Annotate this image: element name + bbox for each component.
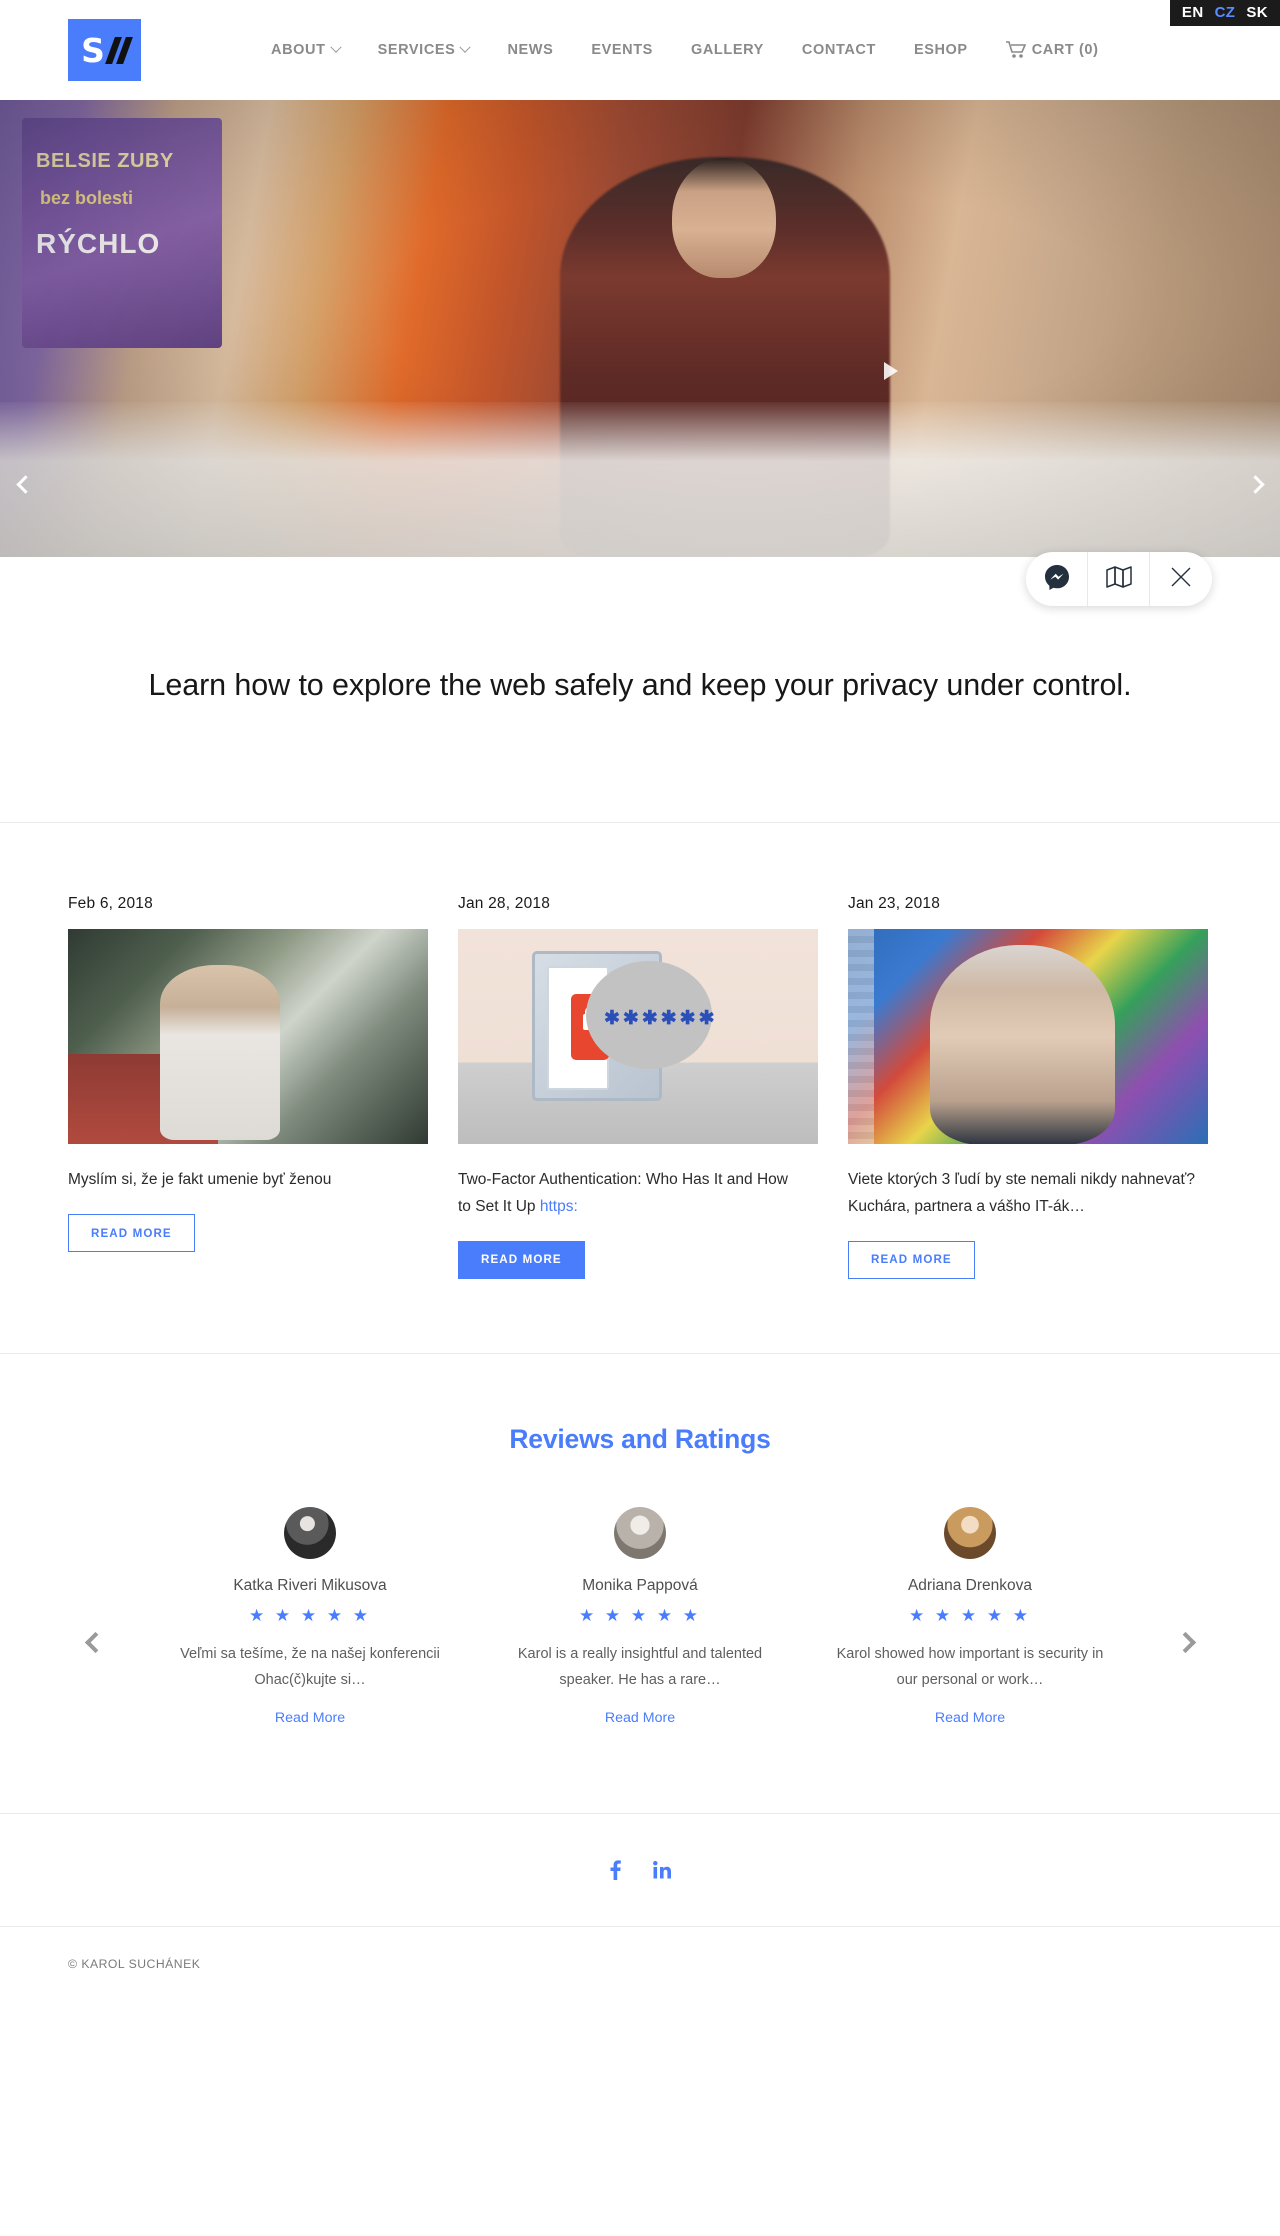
nav-item-events[interactable]: EVENTS [591, 42, 653, 58]
rating-stars: ★ ★ ★ ★ ★ [578, 1605, 702, 1625]
messenger-button[interactable] [1026, 552, 1088, 606]
site-header: S ABOUT SERVICES NEWS EVENTS GALLERY CON… [0, 0, 1280, 100]
news-card-title-text: Two-Factor Authentication: Who Has It an… [458, 1171, 788, 1216]
reviews-title: Reviews and Ratings [509, 1423, 771, 1454]
lang-option-en[interactable]: EN [1182, 5, 1204, 20]
nav-item-services[interactable]: SERVICES [377, 41, 472, 58]
lang-option-sk[interactable]: SK [1246, 5, 1268, 20]
review-item: Adriana Drenkova ★ ★ ★ ★ ★ Karol showed … [805, 1506, 1135, 1728]
copyright-text: © KAROL SUCHÁNEK [68, 1957, 201, 1972]
read-more-button[interactable]: READ MORE [458, 1240, 585, 1279]
map-icon [1105, 565, 1132, 594]
cart-label: CART (0) [1031, 42, 1099, 58]
hero-slide-image: BELSIE ZUBY bez bolesti RÝCHLO [0, 100, 1280, 557]
site-footer: © KAROL SUCHÁNEK [0, 1927, 1280, 2011]
news-card-link[interactable]: https: [540, 1198, 578, 1215]
review-author-name: Adriana Drenkova [907, 1576, 1033, 1594]
news-section: Feb 6, 2018 Myslím si, že je fakt umenie… [0, 823, 1280, 1352]
nav-item-contact[interactable]: CONTACT [802, 42, 876, 58]
review-author-name: Katka Riveri Mikusova [233, 1576, 387, 1594]
nav-item-about[interactable]: ABOUT [271, 41, 342, 58]
nav-label: SERVICES [377, 42, 456, 58]
site-logo[interactable]: S [68, 19, 141, 81]
news-card-image[interactable] [848, 929, 1208, 1145]
logo-letter: S [81, 30, 105, 70]
avatar [284, 1506, 336, 1559]
news-card-date: Feb 6, 2018 [68, 895, 153, 913]
close-widget-button[interactable] [1150, 552, 1212, 606]
review-read-more-link[interactable]: Read More [605, 1710, 675, 1726]
social-links [0, 1814, 1280, 1926]
hero-next-button[interactable] [1238, 467, 1272, 501]
main-navigation: ABOUT SERVICES NEWS EVENTS GALLERY CONTA… [271, 41, 1099, 59]
language-selector[interactable]: EN CZ SK [1169, 0, 1280, 26]
floating-contact-widget [1026, 552, 1212, 606]
avatar [614, 1506, 666, 1559]
shopping-cart-icon [1005, 41, 1026, 59]
chevron-down-icon [329, 41, 342, 53]
news-card-date: Jan 28, 2018 [458, 895, 551, 913]
nav-label: ABOUT [271, 42, 326, 58]
lang-option-cz[interactable]: CZ [1215, 5, 1236, 20]
news-card[interactable]: Feb 6, 2018 Myslím si, že je fakt umenie… [68, 895, 428, 1278]
review-item: Monika Pappová ★ ★ ★ ★ ★ Karol is a real… [475, 1506, 805, 1728]
review-read-more-link[interactable]: Read More [935, 1710, 1005, 1726]
review-author-name: Monika Pappová [582, 1576, 698, 1594]
rating-stars: ★ ★ ★ ★ ★ [908, 1605, 1032, 1625]
review-item: Katka Riveri Mikusova ★ ★ ★ ★ ★ Veľmi sa… [145, 1506, 475, 1728]
hero-slider: BELSIE ZUBY bez bolesti RÝCHLO [0, 100, 1280, 557]
news-card[interactable]: Jan 23, 2018 Viete ktorých 3 ľudí by ste… [848, 895, 1208, 1279]
logo-slashes-icon [104, 36, 133, 64]
news-card[interactable]: Jan 28, 2018 ✱✱✱✱✱✱ Two-Factor Authentic… [458, 895, 818, 1279]
map-button[interactable] [1088, 552, 1150, 606]
avatar [944, 1506, 996, 1559]
review-text: Karol is a really insightful and talente… [517, 1645, 763, 1688]
nav-item-gallery[interactable]: GALLERY [691, 42, 764, 58]
review-read-more-link[interactable]: Read More [275, 1710, 345, 1726]
nav-item-news[interactable]: NEWS [507, 42, 553, 58]
review-text: Veľmi sa tešíme, že na našej konferencii… [180, 1645, 440, 1688]
news-card-title: Two-Factor Authentication: Who Has It an… [458, 1167, 798, 1220]
news-card-image[interactable] [68, 929, 428, 1145]
reviews-next-button[interactable] [1168, 1626, 1202, 1660]
reviews-section: Reviews and Ratings Katka Riveri Mikusov… [0, 1354, 1280, 1814]
reviews-carousel: Katka Riveri Mikusova ★ ★ ★ ★ ★ Veľmi sa… [0, 1506, 1280, 1728]
linkedin-icon[interactable] [652, 1861, 671, 1879]
play-icon [884, 362, 898, 380]
password-dots: ✱✱✱✱✱✱ [604, 1008, 718, 1030]
reviews-prev-button[interactable] [78, 1626, 112, 1660]
review-text: Karol showed how important is security i… [836, 1645, 1104, 1688]
news-card-image[interactable]: ✱✱✱✱✱✱ [458, 929, 818, 1145]
hero-prev-button[interactable] [8, 467, 42, 501]
close-icon [1170, 566, 1192, 593]
messenger-icon [1044, 564, 1070, 595]
news-card-title: Myslím si, že je fakt umenie byť ženou [68, 1171, 332, 1189]
facebook-icon[interactable] [610, 1860, 621, 1881]
cart-button[interactable]: CART (0) [1005, 41, 1099, 59]
news-card-date: Jan 23, 2018 [848, 895, 941, 913]
read-more-button[interactable]: READ MORE [68, 1214, 195, 1253]
rating-stars: ★ ★ ★ ★ ★ [248, 1605, 372, 1625]
chevron-down-icon [459, 41, 472, 53]
read-more-button[interactable]: READ MORE [848, 1240, 975, 1279]
page-headline: Learn how to explore the web safely and … [148, 668, 1132, 702]
nav-item-eshop[interactable]: ESHOP [914, 42, 968, 58]
news-card-title: Viete ktorých 3 ľudí by ste nemali nikdy… [848, 1171, 1195, 1216]
